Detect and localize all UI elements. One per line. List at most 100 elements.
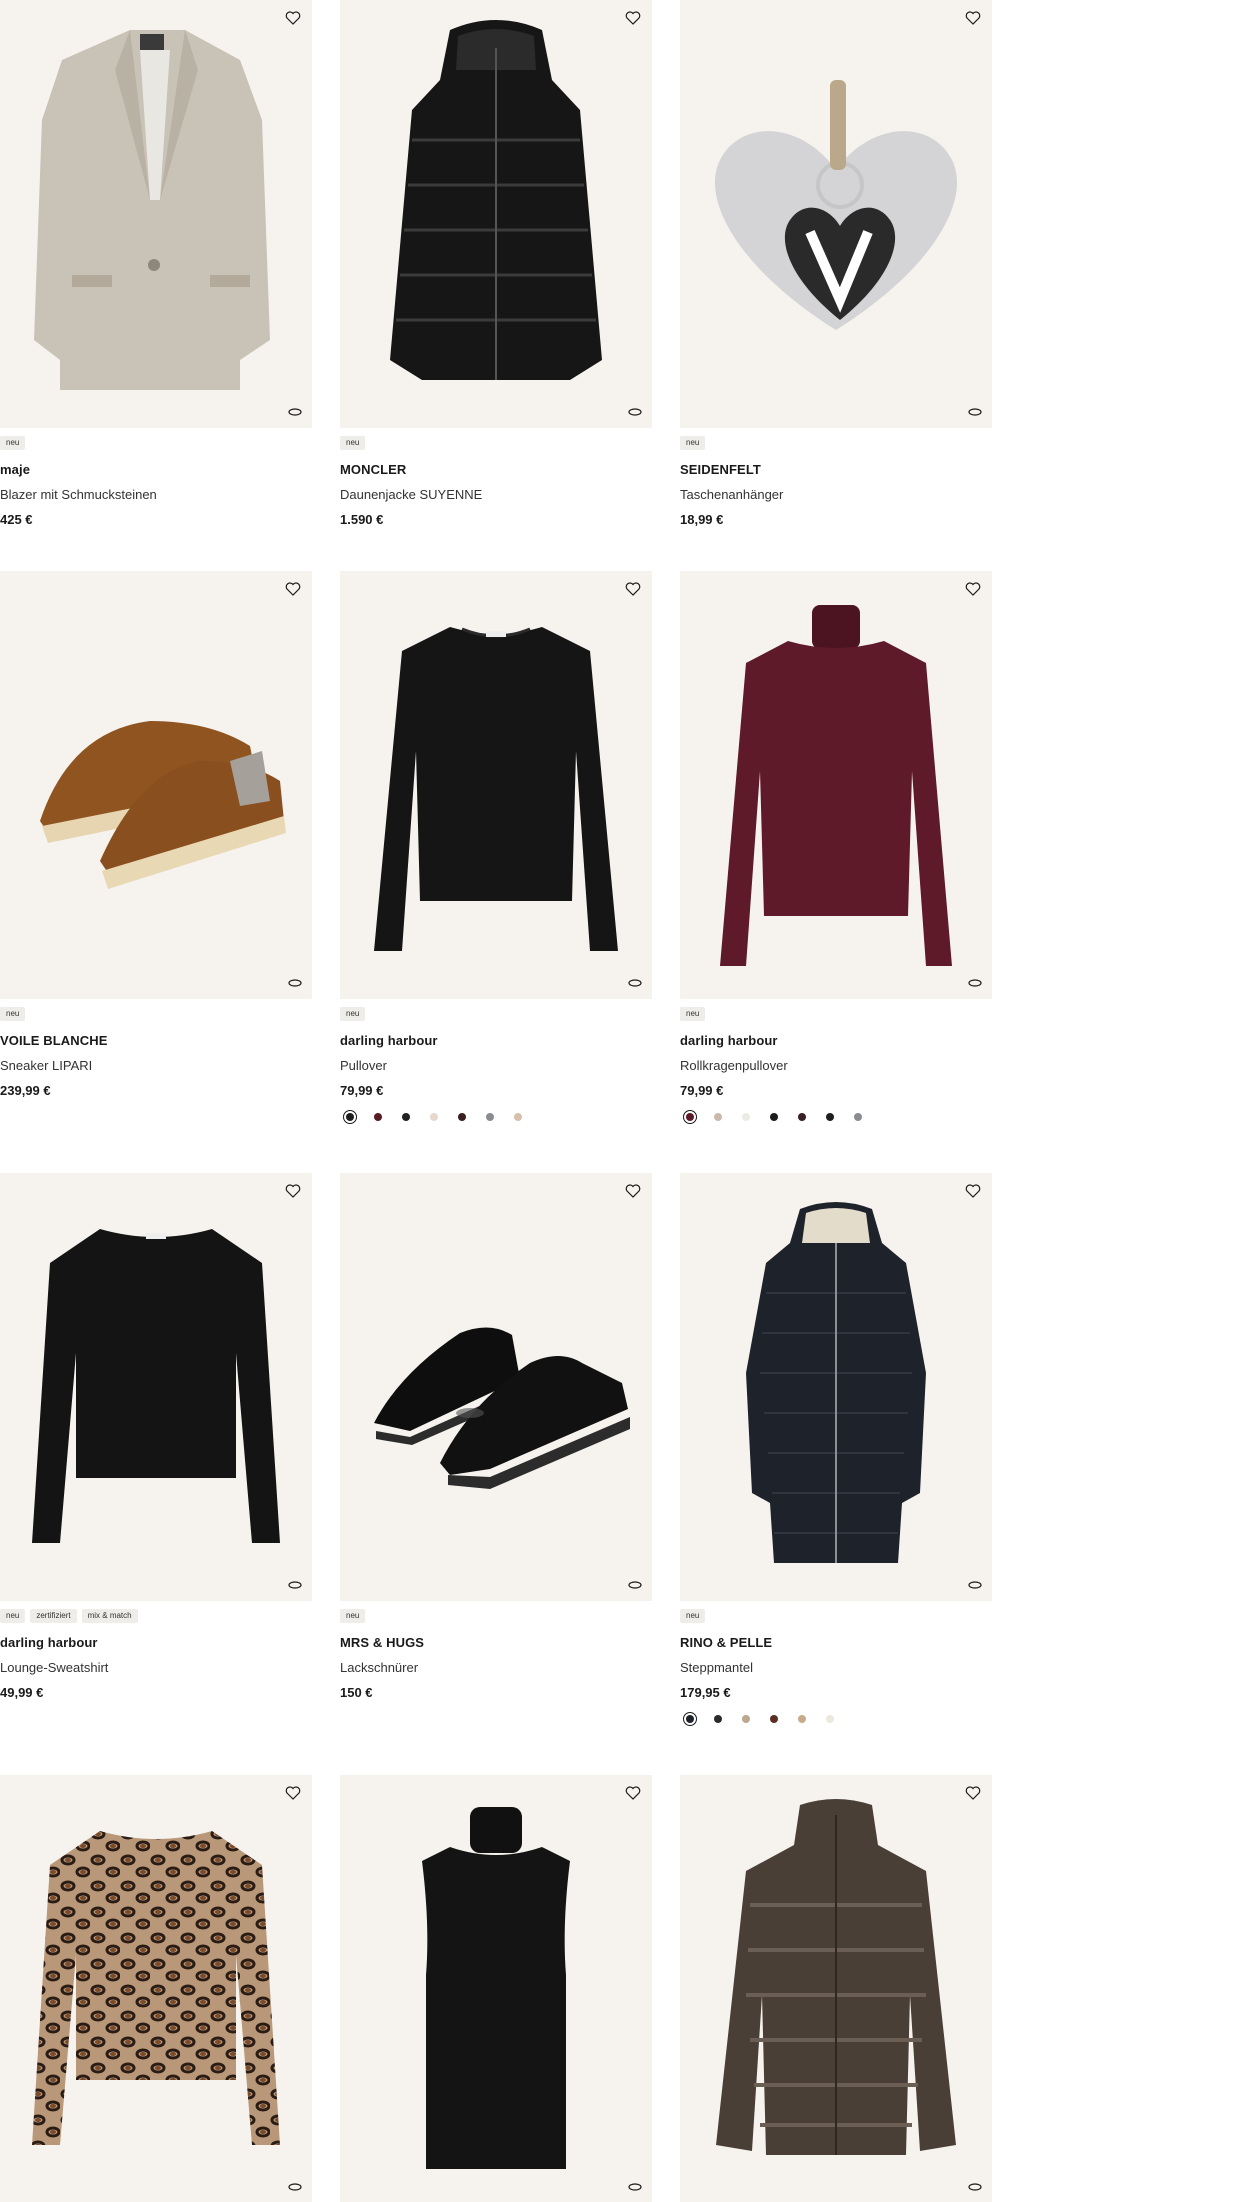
heart-outline-icon[interactable] xyxy=(284,1182,302,1200)
product-image[interactable] xyxy=(680,1775,992,2202)
color-swatch[interactable] xyxy=(711,1110,725,1124)
color-swatch[interactable] xyxy=(371,1110,385,1124)
product-card[interactable] xyxy=(0,1775,312,2202)
product-name[interactable]: Daunenjacke SUYENNE xyxy=(340,487,652,504)
color-swatch[interactable] xyxy=(851,1110,865,1124)
product-card[interactable]: neu maje Blazer mit Schmucksteinen 425 € xyxy=(0,0,312,529)
color-swatch[interactable] xyxy=(795,1110,809,1124)
color-swatch[interactable] xyxy=(455,1110,469,1124)
product-name[interactable]: Pullover xyxy=(340,1058,652,1075)
badge: neu xyxy=(0,1007,26,1021)
badge: neu xyxy=(340,1007,366,1021)
heart-outline-icon[interactable] xyxy=(624,9,642,27)
360-view-icon[interactable] xyxy=(628,407,642,417)
color-swatch[interactable] xyxy=(511,1110,525,1124)
product-brand[interactable]: darling harbour xyxy=(0,1635,312,1652)
360-view-icon[interactable] xyxy=(288,978,302,988)
color-swatch[interactable] xyxy=(739,1712,753,1726)
product-price: 79,99 € xyxy=(340,1083,384,1098)
color-swatch[interactable] xyxy=(399,1110,413,1124)
360-view-icon[interactable] xyxy=(968,407,982,417)
360-view-icon[interactable] xyxy=(968,978,982,988)
360-view-icon[interactable] xyxy=(288,407,302,417)
color-swatch[interactable] xyxy=(683,1110,697,1124)
product-image[interactable] xyxy=(0,1775,312,2202)
product-image[interactable] xyxy=(340,571,652,999)
heart-outline-icon[interactable] xyxy=(624,1182,642,1200)
product-card[interactable]: neu RINO & PELLE Steppmantel 179,95 € xyxy=(680,1173,992,1726)
color-swatch[interactable] xyxy=(711,1712,725,1726)
product-card[interactable]: neu VOILE BLANCHE Sneaker LIPARI 239,99 … xyxy=(0,571,312,1100)
color-swatch[interactable] xyxy=(683,1712,697,1726)
color-swatches xyxy=(343,1110,652,1124)
heart-outline-icon[interactable] xyxy=(624,1784,642,1802)
color-swatch[interactable] xyxy=(767,1110,781,1124)
heart-outline-icon[interactable] xyxy=(284,9,302,27)
color-swatch[interactable] xyxy=(343,1110,357,1124)
product-price: 1.590 € xyxy=(340,512,384,527)
360-view-icon[interactable] xyxy=(288,1580,302,1590)
color-swatch[interactable] xyxy=(427,1110,441,1124)
product-card[interactable] xyxy=(680,1775,992,2202)
product-card[interactable]: neu SEIDENFELT Taschenanhänger 18,99 € xyxy=(680,0,992,529)
heart-outline-icon[interactable] xyxy=(284,1784,302,1802)
product-name[interactable]: Steppmantel xyxy=(680,1660,992,1677)
heart-outline-icon[interactable] xyxy=(284,580,302,598)
product-image[interactable] xyxy=(0,0,312,428)
product-card[interactable]: neu darling harbour Rollkragenpullover 7… xyxy=(680,571,992,1124)
product-card[interactable]: neu darling harbour Pullover 79,99 € xyxy=(340,571,652,1124)
product-name[interactable]: Taschenanhänger xyxy=(680,487,992,504)
product-image[interactable] xyxy=(680,571,992,999)
360-view-icon[interactable] xyxy=(628,978,642,988)
360-view-icon[interactable] xyxy=(628,2182,642,2192)
product-brand[interactable]: VOILE BLANCHE xyxy=(0,1033,312,1050)
product-brand[interactable]: SEIDENFELT xyxy=(680,462,992,479)
color-swatch[interactable] xyxy=(739,1110,753,1124)
badge: neu xyxy=(0,1609,26,1623)
360-view-icon[interactable] xyxy=(628,1580,642,1590)
360-view-icon[interactable] xyxy=(288,2182,302,2192)
product-image[interactable] xyxy=(340,1775,652,2202)
color-swatch[interactable] xyxy=(483,1110,497,1124)
product-name[interactable]: Lackschnürer xyxy=(340,1660,652,1677)
sleeveless-turtleneck-image xyxy=(422,1807,570,2169)
color-swatch[interactable] xyxy=(795,1712,809,1726)
product-brand[interactable]: darling harbour xyxy=(680,1033,992,1050)
product-card[interactable]: neu MRS & HUGS Lackschnürer 150 € xyxy=(340,1173,652,1702)
product-image[interactable] xyxy=(680,1173,992,1601)
heart-outline-icon[interactable] xyxy=(964,1182,982,1200)
badge-list: neu xyxy=(340,436,652,452)
product-brand[interactable]: MRS & HUGS xyxy=(340,1635,652,1652)
color-swatches xyxy=(683,1110,992,1124)
badge-list: neu xyxy=(680,1609,992,1625)
product-name[interactable]: Sneaker LIPARI xyxy=(0,1058,312,1075)
product-image[interactable] xyxy=(0,1173,312,1601)
badge-list: neu xyxy=(0,1007,312,1023)
leopard-sweater-image xyxy=(32,1831,280,2145)
product-brand[interactable]: darling harbour xyxy=(340,1033,652,1050)
product-card[interactable]: neu zertifiziert mix & match darling har… xyxy=(0,1173,312,1702)
product-card[interactable] xyxy=(340,1775,652,2202)
product-name[interactable]: Lounge-Sweatshirt xyxy=(0,1660,312,1677)
product-image[interactable] xyxy=(340,1173,652,1601)
product-brand[interactable]: MONCLER xyxy=(340,462,652,479)
heart-outline-icon[interactable] xyxy=(964,1784,982,1802)
color-swatch[interactable] xyxy=(823,1110,837,1124)
heart-outline-icon[interactable] xyxy=(964,580,982,598)
product-card[interactable]: neu MONCLER Daunenjacke SUYENNE 1.590 € xyxy=(340,0,652,529)
color-swatch[interactable] xyxy=(823,1712,837,1726)
product-name[interactable]: Blazer mit Schmucksteinen xyxy=(0,487,312,504)
color-swatch[interactable] xyxy=(767,1712,781,1726)
product-price: 49,99 € xyxy=(0,1685,44,1700)
heart-outline-icon[interactable] xyxy=(964,9,982,27)
360-view-icon[interactable] xyxy=(968,1580,982,1590)
badge-list: neu xyxy=(680,1007,992,1023)
product-brand[interactable]: maje xyxy=(0,462,312,479)
product-brand[interactable]: RINO & PELLE xyxy=(680,1635,992,1652)
product-image[interactable] xyxy=(680,0,992,428)
product-name[interactable]: Rollkragenpullover xyxy=(680,1058,992,1075)
product-image[interactable] xyxy=(340,0,652,428)
product-image[interactable] xyxy=(0,571,312,999)
heart-outline-icon[interactable] xyxy=(624,580,642,598)
360-view-icon[interactable] xyxy=(968,2182,982,2192)
